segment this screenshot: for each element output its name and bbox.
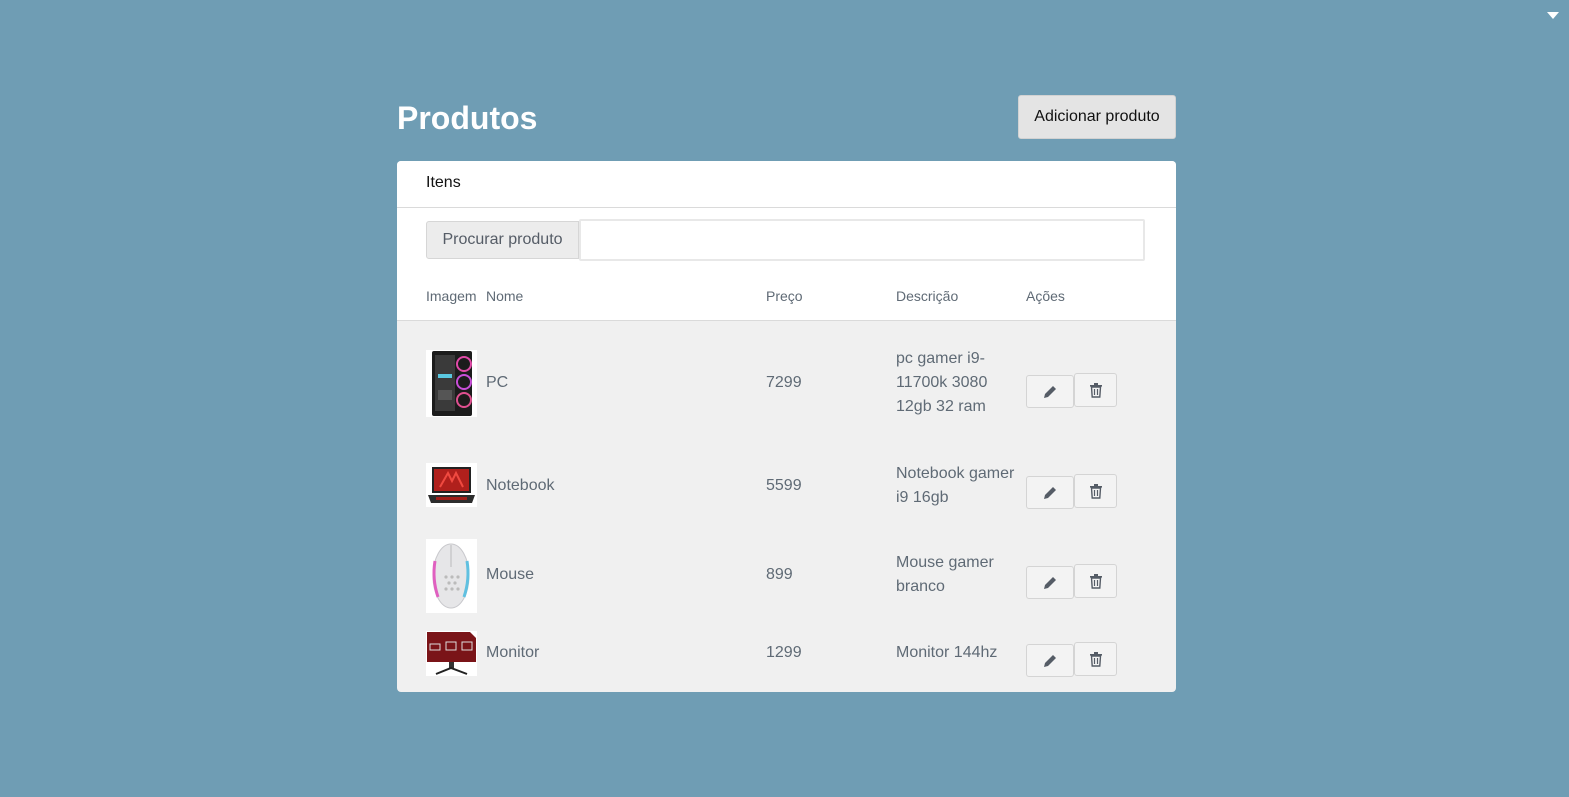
card-title: Itens: [397, 161, 1176, 208]
pencil-icon: [1044, 576, 1056, 589]
delete-button[interactable]: [1074, 564, 1117, 598]
card-toolbar: Procurar produto Imagem Nome Preço Descr…: [397, 208, 1176, 321]
page-title: Produtos: [397, 100, 538, 136]
edit-button[interactable]: [1026, 375, 1074, 408]
product-description: Monitor 144hz: [896, 644, 998, 661]
monitor-image: [426, 631, 477, 676]
caret-down-icon[interactable]: [1547, 12, 1559, 19]
trash-icon: [1089, 483, 1102, 499]
product-name: PC: [486, 374, 509, 391]
table-row: Monitor 1299 Monitor 144hz: [397, 621, 1176, 692]
product-description: pc gamer i9-11700k 3080 12gb 32 ram: [896, 350, 988, 415]
table-row: PC 7299 pc gamer i9-11700k 3080 12gb 32 …: [397, 321, 1176, 441]
pencil-icon: [1044, 385, 1056, 398]
product-name: Notebook: [486, 477, 555, 494]
product-price: 7299: [766, 374, 802, 391]
edit-button[interactable]: [1026, 476, 1074, 509]
delete-button[interactable]: [1074, 474, 1117, 508]
trash-icon: [1089, 573, 1102, 589]
product-price: 899: [766, 566, 793, 583]
trash-icon: [1089, 651, 1102, 667]
pencil-icon: [1044, 486, 1056, 499]
column-header-image: Imagem: [426, 288, 477, 304]
product-description: Mouse gamer branco: [896, 554, 994, 595]
column-header-name: Nome: [486, 288, 524, 304]
column-header-description: Descrição: [896, 288, 959, 304]
pc-case-image: [426, 350, 477, 417]
product-name: Mouse: [486, 566, 535, 583]
search-label: Procurar produto: [426, 221, 579, 259]
page-header: Produtos Adicionar produto: [397, 95, 1176, 139]
product-price: 5599: [766, 477, 802, 494]
search-input[interactable]: [579, 219, 1145, 261]
pencil-icon: [1044, 654, 1056, 667]
product-name: Monitor: [486, 644, 540, 661]
column-header-actions: Ações: [1026, 288, 1065, 304]
trash-icon: [1089, 382, 1102, 398]
delete-button[interactable]: [1074, 373, 1117, 407]
add-product-button[interactable]: Adicionar produto: [1018, 95, 1176, 139]
items-card: Itens Procurar produto Imagem Nome Preço…: [397, 161, 1176, 692]
mouse-image: [426, 539, 477, 613]
product-price: 1299: [766, 644, 802, 661]
edit-button[interactable]: [1026, 644, 1074, 677]
column-header-price: Preço: [766, 288, 803, 304]
delete-button[interactable]: [1074, 642, 1117, 676]
notebook-image: [426, 463, 477, 507]
product-description: Notebook gamer i9 16gb: [896, 465, 1015, 506]
table-row: Mouse 899 Mouse gamer branco: [397, 531, 1176, 621]
table-row: Notebook 5599 Notebook gamer i9 16gb: [397, 441, 1176, 531]
edit-button[interactable]: [1026, 566, 1074, 599]
products-page: Produtos Adicionar produto Itens Procura…: [397, 95, 1176, 692]
